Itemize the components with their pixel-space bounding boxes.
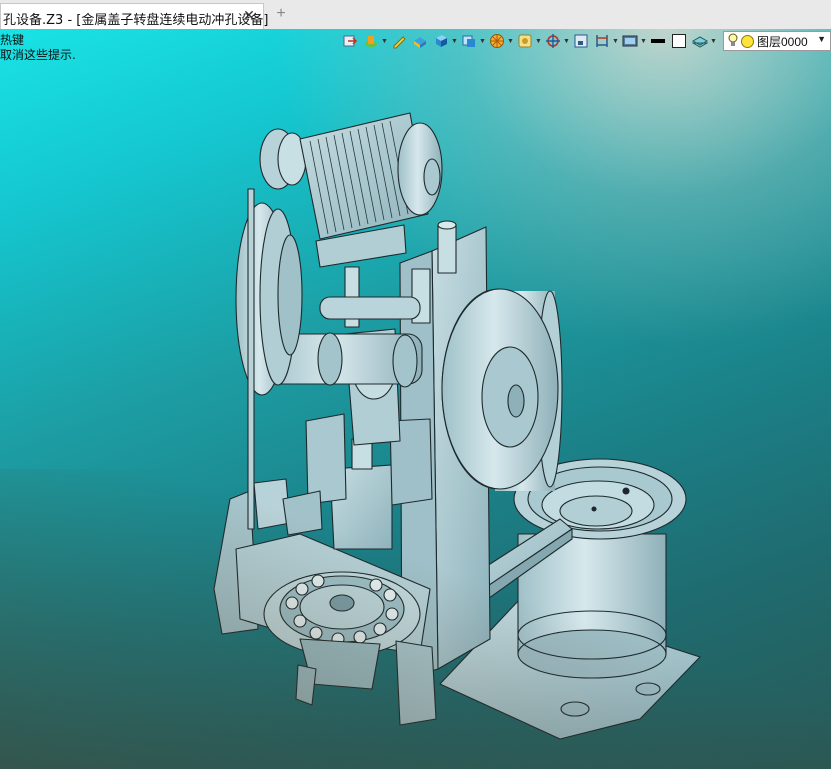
render-dropdown-icon[interactable]: ▼ [640,38,647,45]
hint-line-cancel[interactable]: 取消这些提示. [0,48,76,63]
dimension-icon[interactable] [593,32,611,50]
display-mode-icon[interactable] [460,32,478,50]
feeder-bowl-foot [560,701,590,717]
layer-selector[interactable]: 图层0000 ▼ [723,31,831,51]
layer-dropdown-arrow-icon[interactable]: ▼ [817,34,826,44]
fill-swatch-icon[interactable] [670,32,688,50]
document-tab[interactable]: 孔设备.Z3 - [金属盖子转盘连续电动冲孔设备] ✕ [0,3,268,29]
light-bulb-icon[interactable] [728,33,738,50]
filter-dropdown-icon[interactable]: ▼ [507,38,514,45]
rotate-dropdown-icon[interactable]: ▼ [563,38,570,45]
dimension-dropdown-icon[interactable]: ▼ [612,38,619,45]
current-layer-name: 图层0000 [757,34,808,49]
shaded-cube-icon[interactable] [432,32,450,50]
new-tab-icon[interactable]: + [272,5,290,23]
layer-manager-dropdown-icon[interactable]: ▼ [710,38,717,45]
exit-sketch-icon[interactable] [341,32,359,50]
filter-wheel-icon[interactable] [488,32,506,50]
hint-text: 热键 取消这些提示. [0,33,76,63]
document-tab-title: 孔设备.Z3 - [金属盖子转盘连续电动冲孔设备] [3,13,269,28]
render-settings-icon[interactable] [621,32,639,50]
display-mode-dropdown-icon[interactable]: ▼ [479,38,486,45]
edit-pen-icon[interactable] [390,32,408,50]
paint-bucket-icon[interactable] [411,32,429,50]
zoom-area-icon[interactable] [572,32,590,50]
extrude-feature-icon[interactable] [362,32,380,50]
layer-manager-icon[interactable] [691,32,709,50]
lower-support [395,640,437,726]
layer-color-dot [741,34,754,48]
close-tab-icon[interactable]: ✕ [241,7,257,23]
hint-line-hotkey: 热键 [0,33,25,47]
extrude-dropdown-icon[interactable]: ▼ [381,38,388,45]
snap-dropdown-icon[interactable]: ▼ [535,38,542,45]
rotate-view-icon[interactable] [544,32,562,50]
tab-bar: 孔设备.Z3 - [金属盖子转盘连续电动冲孔设备] ✕ + [0,0,831,30]
line-color-swatch-icon[interactable] [649,32,667,50]
snap-icon[interactable] [516,32,534,50]
view-toolbar: ▼ ▼ ▼ ▼ ▼ ▼ ▼ ▼ ▼ 图层0000 ▼ [341,29,831,53]
3d-viewport[interactable]: 热键 取消这些提示. ▼ ▼ ▼ ▼ ▼ ▼ ▼ ▼ ▼ 图层0000 ▼ [0,29,831,769]
cad-model[interactable] [0,29,831,769]
shading-dropdown-icon[interactable]: ▼ [451,38,458,45]
